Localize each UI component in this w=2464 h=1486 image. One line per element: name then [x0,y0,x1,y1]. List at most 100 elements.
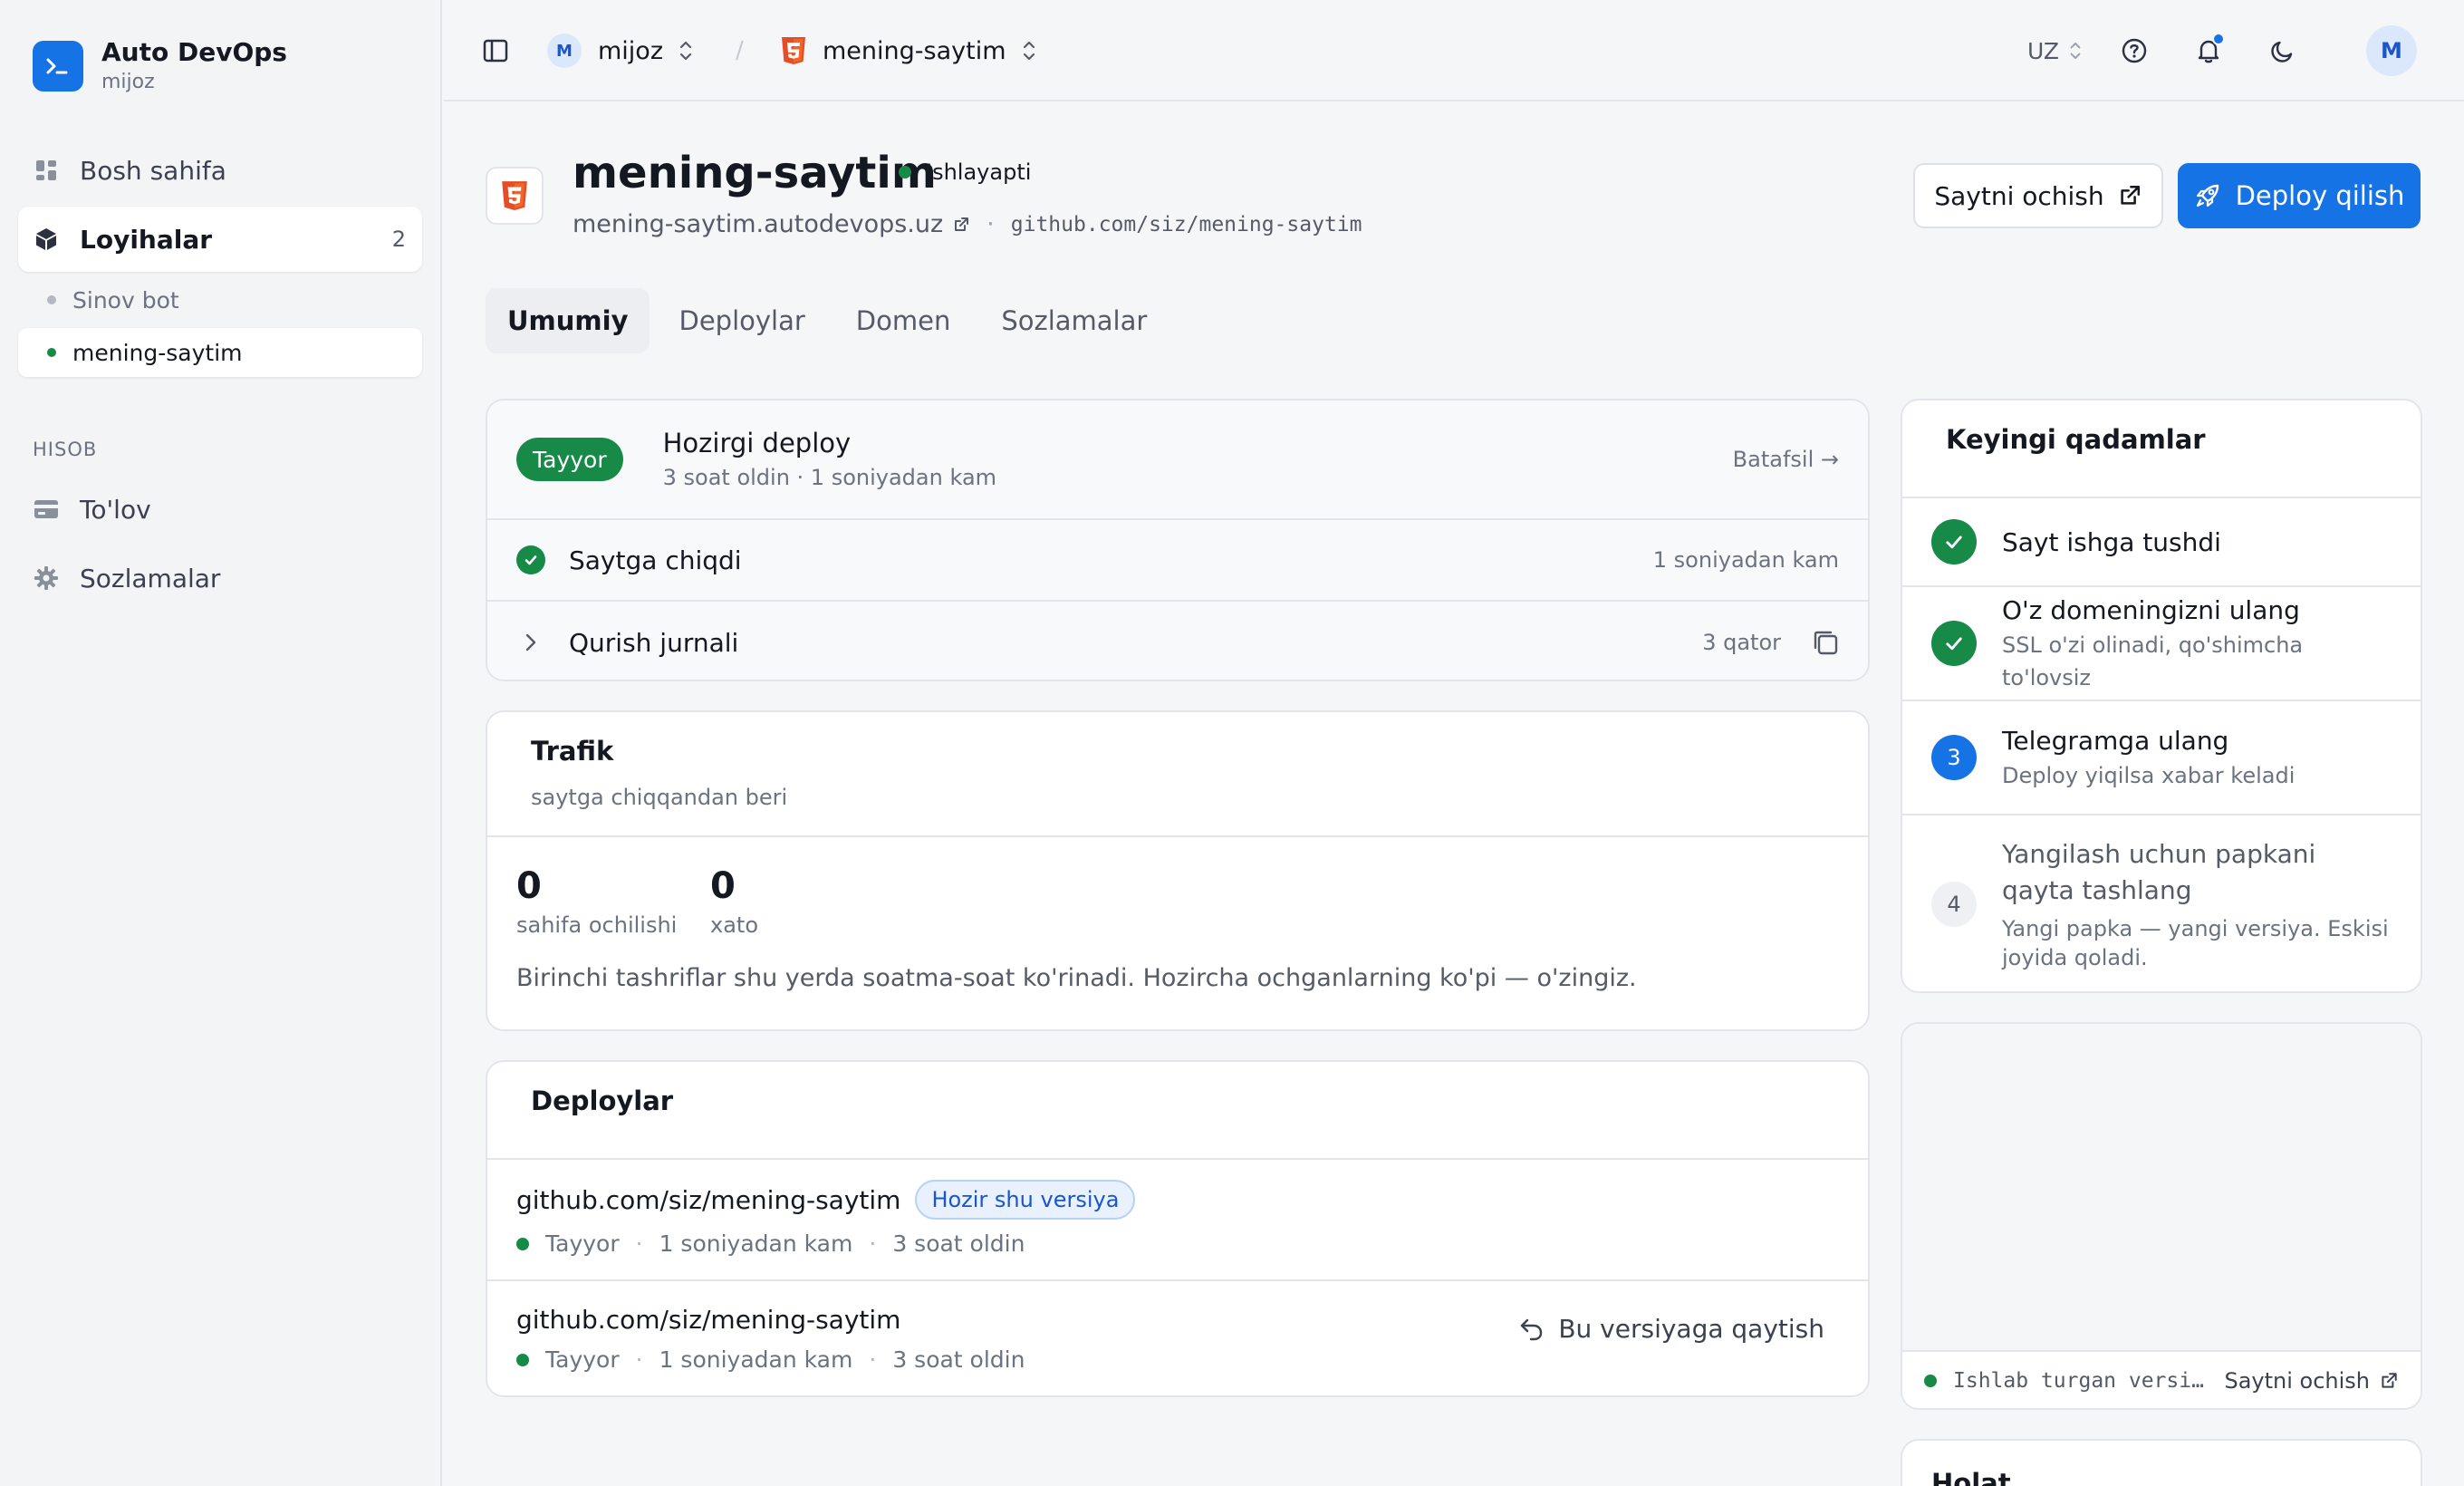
step-item: Sayt ishga tushdi [1902,498,2421,585]
open-site-button[interactable]: Saytni ochish [1913,163,2163,228]
step-title: Telegramga ulang [2002,726,2229,756]
bell-icon [2183,25,2234,76]
current-deploy-meta: 3 soat oldin · 1 soniyadan kam [662,465,997,490]
sidebar-item-projects[interactable]: Loyihalar 2 [18,207,422,272]
deploys-card: Deploylar github.com/siz/mening-saytim H… [486,1060,1870,1397]
status-label: Ishlayapti [926,159,1032,185]
current-version-badge: Hozir shu versiya [915,1180,1136,1220]
running-version-label: Ishlab turgan versi… [1953,1369,2204,1393]
divider [487,1279,1868,1281]
dashboard-icon [33,157,60,184]
deploy-button[interactable]: Deploy qilish [2178,163,2421,228]
open-site-label: Saytni ochish [1934,180,2104,211]
user-avatar: M [2366,25,2417,76]
check-circle-icon [1931,519,1977,564]
deploy-step-time: 1 soniyadan kam [1652,547,1839,573]
traffic-note: Birinchi tashriflar shu yerda soatma-soa… [516,964,1637,992]
projects-count: 2 [391,227,406,252]
sidebar-item-label: To'lov [80,494,151,525]
step-number: 3 [1931,735,1977,780]
divider [487,835,1868,837]
current-deploy-card: Tayyor Hozirgi deploy 3 soat oldin · 1 s… [486,399,1870,681]
sidebar-project-mening-saytim[interactable]: mening-saytim [18,328,422,377]
external-link-icon [2117,183,2142,208]
deploy-age: 3 soat oldin [892,1230,1025,1257]
project-switcher[interactable]: mening-saytim [781,0,1037,101]
current-deploy-header: Tayyor Hozirgi deploy 3 soat oldin · 1 s… [487,400,1868,518]
brand-subtitle: mijoz [101,71,155,93]
stat-value: 0 [516,865,542,907]
preview-open-site-link[interactable]: Saytni ochish [2224,1368,2399,1394]
org-switcher[interactable]: M mijoz [547,0,694,101]
moon-icon [2257,25,2308,76]
status-indicator: Ishlayapti [899,159,1031,185]
status-dot [516,1353,529,1366]
user-menu-button[interactable]: M [2366,0,2417,101]
repo-link[interactable]: github.com/siz/mening-saytim [1011,213,1362,236]
deploy-repo: github.com/siz/mening-saytim [516,1184,901,1215]
section-label-account: HISOB [33,439,98,460]
tab-overview[interactable]: Umumiy [486,288,650,353]
rollback-label: Bu versiyaga qaytish [1558,1314,1824,1344]
sidebar-project-sinov-bot[interactable]: Sinov bot [18,275,422,324]
external-link-icon [952,216,970,234]
tab-domain[interactable]: Domen [834,288,973,353]
chevron-up-down-icon [2068,40,2083,62]
breadcrumb-separator: / [736,37,744,64]
traffic-title: Trafik [531,736,614,767]
build-log-toggle[interactable]: Qurish jurnali 3 qator [487,602,1868,680]
step-number: 4 [1931,882,1977,927]
deploy-status: Tayyor [545,1346,620,1373]
status-card: Holat [1901,1439,2422,1486]
deploy-duration: 1 soniyadan kam [659,1230,853,1257]
page-title: mening-saytim [573,148,937,198]
theme-toggle-button[interactable] [2257,0,2308,101]
site-preview-card: Ishlab turgan versi… Saytni ochish [1901,1022,2422,1410]
toggle-sidebar-button[interactable] [482,0,509,101]
details-link[interactable]: Batafsil → [1733,447,1839,472]
meta-separator: · [869,1230,877,1257]
step-title: O'z domeningizni ulang [2002,595,2300,625]
rocket-icon [2194,182,2221,209]
next-steps-card: Keyingi qadamlar Sayt ishga tushdi O'z d… [1901,399,2422,993]
project-name: mening-saytim [823,36,1006,65]
undo-icon [1518,1317,1545,1342]
build-log-label: Qurish jurnali [569,627,739,658]
step-item[interactable]: 3 Telegramga ulang Deploy yiqilsa xabar … [1902,701,2421,814]
notifications-button[interactable] [2183,0,2234,101]
copy-icon[interactable] [1810,627,1841,658]
sidebar-item-home[interactable]: Bosh sahifa [18,138,422,203]
terminal-icon [33,41,83,92]
deploy-step-label: Saytga chiqdi [569,545,742,575]
chevron-right-icon [516,632,545,652]
tab-deploys[interactable]: Deploylar [657,288,826,353]
sidebar-item-billing[interactable]: To'lov [18,477,422,542]
rollback-button[interactable]: Bu versiyaga qaytish [1518,1314,1824,1344]
open-site-label: Saytni ochish [2224,1368,2370,1394]
check-circle-icon [516,545,545,574]
language-label: UZ [2027,37,2059,64]
sidebar-item-label: Loyihalar [80,224,213,255]
deploy-row[interactable]: github.com/siz/mening-saytim Hozir shu v… [516,1180,1839,1270]
cube-icon [33,226,60,253]
brand[interactable]: Auto DevOps mijoz [33,36,287,96]
meta-separator: · [869,1346,877,1373]
sidebar-item-settings[interactable]: Sozlamalar [18,545,422,611]
stat-value: 0 [710,865,736,907]
domain-text: mening-saytim.autodevops.uz [573,210,944,238]
html5-icon [781,36,806,65]
sidebar-toggle-icon [482,37,509,64]
help-button[interactable] [2109,0,2160,101]
language-switcher[interactable]: UZ [2027,0,2083,101]
step-item[interactable]: 4 Yangilash uchun papkani qayta tashlang… [1902,815,2421,991]
step-item[interactable]: O'z domeningizni ulang SSL o'zi olinadi,… [1902,587,2421,700]
tab-settings[interactable]: Sozlamalar [979,288,1169,353]
chevron-up-down-icon [1021,39,1037,63]
domain-link[interactable]: mening-saytim.autodevops.uz [573,210,970,238]
check-circle-icon [1931,621,1977,666]
deploy-row[interactable]: github.com/siz/mening-saytim Tayyor · 1 … [516,1299,1839,1390]
credit-card-icon [33,496,60,523]
chevron-up-down-icon [678,39,694,63]
meta-separator: · [987,210,995,238]
status-dot [1924,1375,1937,1387]
